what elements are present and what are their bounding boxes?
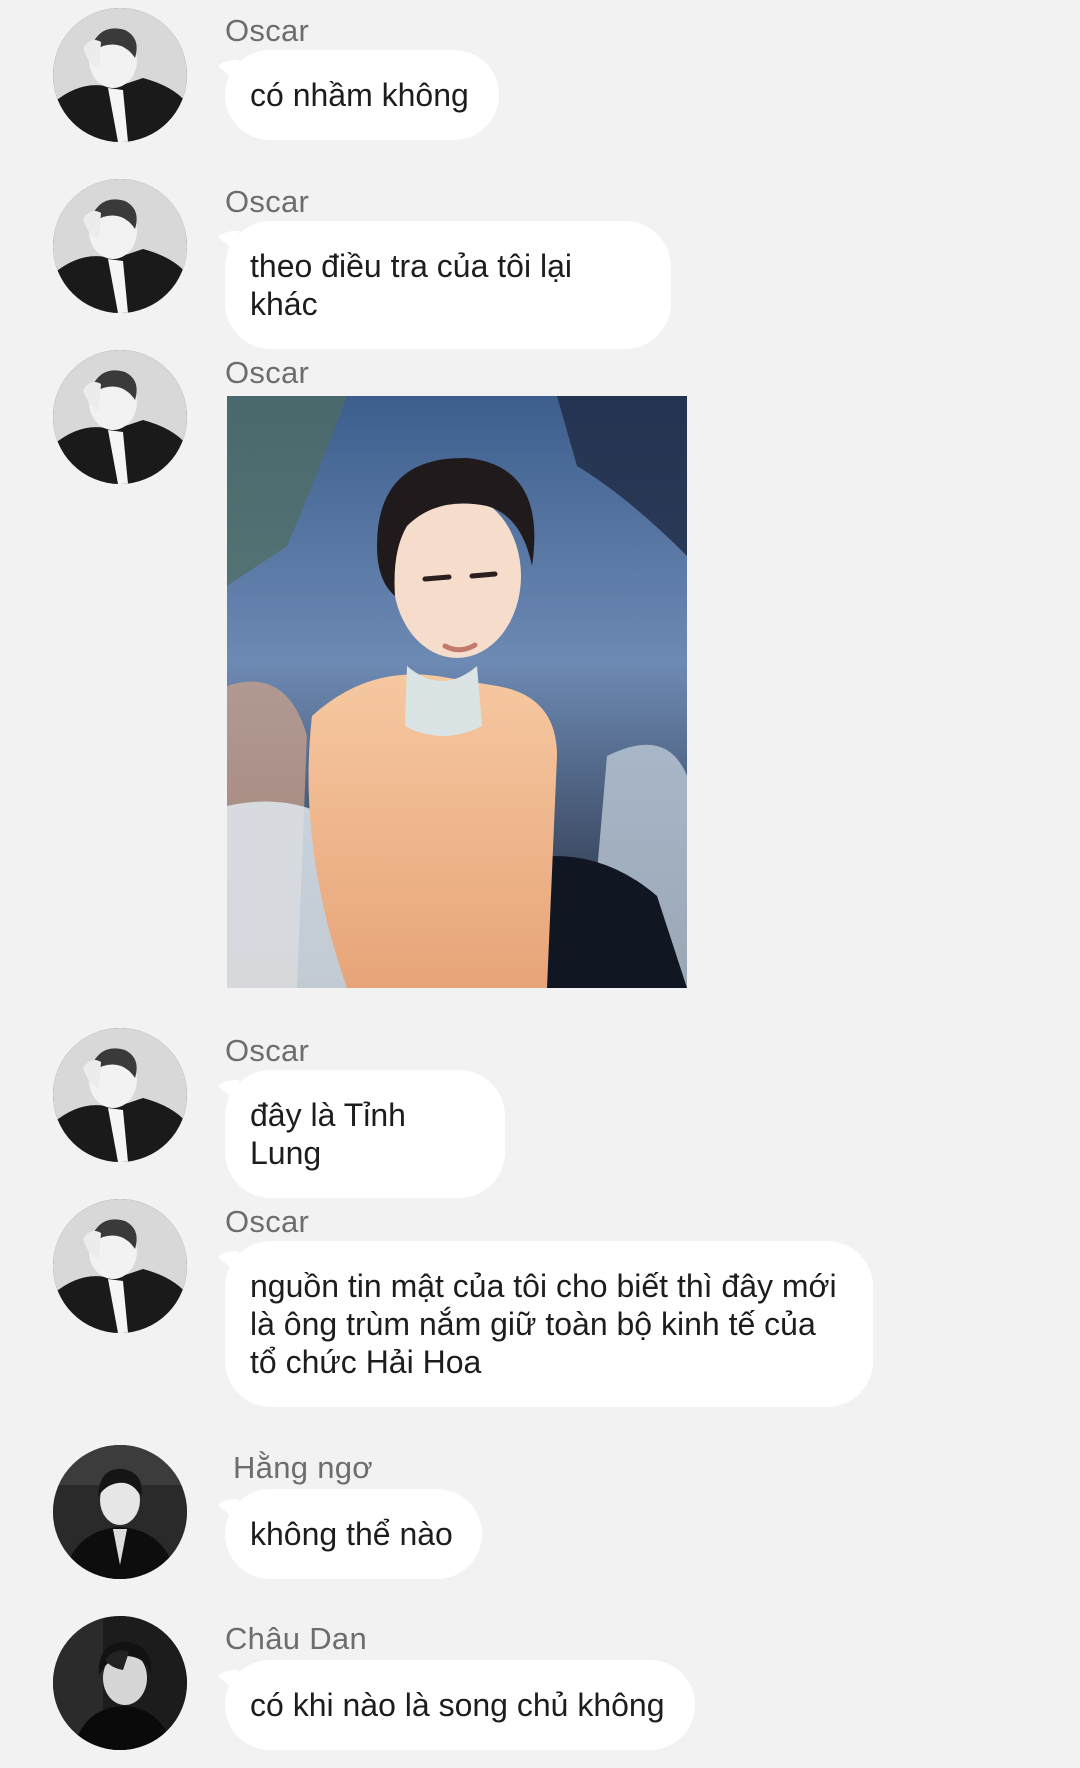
sender-name: Hằng ngơ [233, 1450, 373, 1485]
message-bubble[interactable]: nguồn tin mật của tôi cho biết thì đây m… [225, 1241, 873, 1407]
sender-name: Oscar [225, 1033, 310, 1068]
message-bubble[interactable]: không thể nào [225, 1489, 482, 1579]
sender-name: Oscar [225, 13, 310, 48]
sender-avatar[interactable] [53, 350, 187, 484]
oscar-avatar-image [53, 179, 187, 313]
message-bubble[interactable]: đây là Tỉnh Lung [225, 1070, 505, 1198]
message-bubble[interactable]: có nhầm không [225, 50, 499, 140]
sender-avatar[interactable] [53, 8, 187, 142]
chau-dan-avatar-image [53, 1616, 187, 1750]
message-bubble[interactable]: theo điều tra của tôi lại khác [225, 221, 671, 349]
sender-name: Oscar [225, 355, 310, 390]
portrait-photo-image [227, 396, 687, 988]
sender-name: Oscar [225, 1204, 310, 1239]
hang-ngo-avatar-image [53, 1445, 187, 1579]
oscar-avatar-image [53, 1028, 187, 1162]
message-bubble[interactable]: có khi nào là song chủ không [225, 1660, 695, 1750]
sender-avatar[interactable] [53, 1445, 187, 1579]
oscar-avatar-image [53, 350, 187, 484]
oscar-avatar-image [53, 1199, 187, 1333]
sender-avatar[interactable] [53, 1616, 187, 1750]
message-photo[interactable] [227, 396, 687, 988]
sender-name: Oscar [225, 184, 310, 219]
sender-avatar[interactable] [53, 1199, 187, 1333]
sender-name: Châu Dan [225, 1621, 367, 1656]
sender-avatar[interactable] [53, 179, 187, 313]
sender-avatar[interactable] [53, 1028, 187, 1162]
oscar-avatar-image [53, 8, 187, 142]
